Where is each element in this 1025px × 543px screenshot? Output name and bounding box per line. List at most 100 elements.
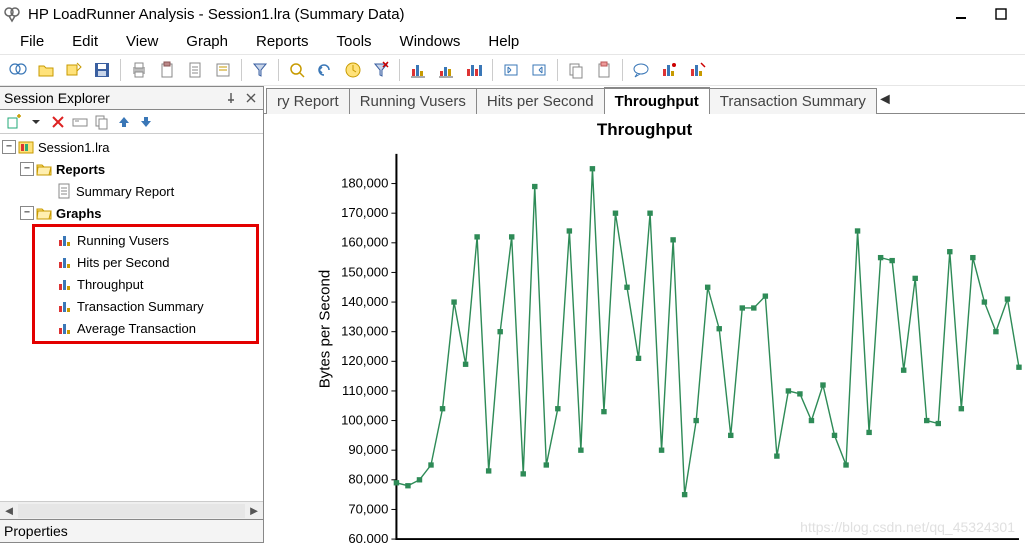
separator [278, 59, 279, 81]
scroll-right-icon[interactable]: ► [245, 502, 263, 520]
zoom-icon[interactable] [284, 57, 310, 83]
time-icon[interactable] [340, 57, 366, 83]
copy-icon[interactable] [563, 57, 589, 83]
tree-graph-item[interactable]: Running Vusers [35, 229, 256, 251]
svg-text:170,000: 170,000 [341, 205, 388, 220]
svg-text:160,000: 160,000 [341, 235, 388, 250]
open-folder-icon[interactable] [33, 57, 59, 83]
menu-tools[interactable]: Tools [323, 30, 386, 53]
minimize-button[interactable] [941, 2, 981, 26]
svg-text:180,000: 180,000 [341, 176, 388, 191]
toolbar [0, 54, 1025, 86]
chart-ylabel: Bytes per Second [317, 269, 334, 387]
cross-results-icon[interactable] [61, 57, 87, 83]
separator [399, 59, 400, 81]
move-down-icon[interactable] [136, 112, 156, 132]
svg-text:150,000: 150,000 [341, 265, 388, 280]
session-tree[interactable]: − Session1.lra − Reports Summary Report [0, 134, 263, 501]
tree-summary-report[interactable]: Summary Report [2, 180, 263, 202]
rename-icon[interactable] [70, 112, 90, 132]
bar-chart-icon [57, 276, 73, 292]
main-area: ry Report Running Vusers Hits per Second… [264, 86, 1025, 543]
pin-icon[interactable] [223, 90, 239, 106]
tree-reports[interactable]: − Reports [2, 158, 263, 180]
paste-icon[interactable] [591, 57, 617, 83]
tree-graph-item[interactable]: Transaction Summary [35, 295, 256, 317]
delete-icon[interactable] [48, 112, 68, 132]
remove-filter-icon[interactable] [368, 57, 394, 83]
app-logo-icon [4, 5, 22, 23]
collapse-icon[interactable]: − [20, 206, 34, 220]
svg-text:90,000: 90,000 [348, 442, 388, 457]
chart-title: Throughput [264, 120, 1025, 140]
scroll-track[interactable] [18, 504, 245, 518]
tree-graph-item[interactable]: Average Transaction [35, 317, 256, 339]
properties-header[interactable]: Properties [0, 519, 263, 543]
nav-last-icon[interactable] [526, 57, 552, 83]
menu-file[interactable]: File [6, 30, 58, 53]
menubar: File Edit View Graph Reports Tools Windo… [0, 28, 1025, 54]
bar-chart-icon [57, 298, 73, 314]
window-title: HP LoadRunner Analysis - Session1.lra (S… [28, 6, 941, 23]
svg-text:60,000: 60,000 [348, 531, 388, 543]
tab-hits-per-second[interactable]: Hits per Second [476, 88, 605, 114]
menu-view[interactable]: View [112, 30, 172, 53]
session-explorer-header: Session Explorer [0, 86, 263, 110]
tree-root-label: Session1.lra [38, 140, 110, 155]
menu-windows[interactable]: Windows [386, 30, 475, 53]
app-window: HP LoadRunner Analysis - Session1.lra (S… [0, 0, 1025, 543]
close-panel-icon[interactable] [243, 90, 259, 106]
tree-root[interactable]: − Session1.lra [2, 136, 263, 158]
graphs-highlight-box: Running Vusers Hits per Second Throughpu… [32, 224, 259, 344]
add-item-icon[interactable] [4, 112, 24, 132]
separator [241, 59, 242, 81]
menu-reports[interactable]: Reports [242, 30, 323, 53]
dropdown-icon[interactable] [26, 112, 46, 132]
report-icon[interactable] [210, 57, 236, 83]
chart-plot[interactable]: 60,00070,00080,00090,000100,000110,00012… [338, 150, 1023, 543]
properties-label: Properties [4, 523, 259, 539]
comment-icon[interactable] [628, 57, 654, 83]
report-page-icon [56, 183, 72, 199]
menu-help[interactable]: Help [474, 30, 533, 53]
tab-running-vusers[interactable]: Running Vusers [349, 88, 477, 114]
analysis-icon[interactable] [684, 57, 710, 83]
svg-text:70,000: 70,000 [348, 502, 388, 517]
session-explorer-panel: Session Explorer − Session1.lra [0, 86, 264, 543]
clipboard-icon[interactable] [154, 57, 180, 83]
collapse-icon[interactable]: − [20, 162, 34, 176]
nav-first-icon[interactable] [498, 57, 524, 83]
tree-graph-item[interactable]: Hits per Second [35, 251, 256, 273]
filter-icon[interactable] [247, 57, 273, 83]
graph-label: Average Transaction [77, 321, 196, 336]
save-icon[interactable] [89, 57, 115, 83]
duplicate-icon[interactable] [92, 112, 112, 132]
chart2-icon[interactable] [433, 57, 459, 83]
tab-throughput[interactable]: Throughput [604, 87, 710, 114]
tab-transaction-summary[interactable]: Transaction Summary [709, 88, 877, 114]
tree-graphs[interactable]: − Graphs [2, 202, 263, 224]
chart1-icon[interactable] [405, 57, 431, 83]
menu-edit[interactable]: Edit [58, 30, 112, 53]
reports-label: Reports [56, 162, 105, 177]
tab-scroll-left-icon[interactable]: ◄ [876, 91, 894, 109]
tabstrip: ry Report Running Vusers Hits per Second… [264, 86, 1025, 114]
data-chart-icon[interactable] [656, 57, 682, 83]
new-session-icon[interactable] [5, 57, 31, 83]
tree-scrollbar[interactable]: ◄ ► [0, 501, 263, 519]
session-explorer-label: Session Explorer [4, 90, 219, 106]
maximize-button[interactable] [981, 2, 1021, 26]
tree-graph-item[interactable]: Throughput [35, 273, 256, 295]
page-icon[interactable] [182, 57, 208, 83]
undo-icon[interactable] [312, 57, 338, 83]
move-up-icon[interactable] [114, 112, 134, 132]
tab-summary-report[interactable]: ry Report [266, 88, 350, 114]
menu-graph[interactable]: Graph [172, 30, 242, 53]
scroll-left-icon[interactable]: ◄ [0, 502, 18, 520]
collapse-icon[interactable]: − [2, 140, 16, 154]
merge-chart-icon[interactable] [461, 57, 487, 83]
print-icon[interactable] [126, 57, 152, 83]
watermark: https://blog.csdn.net/qq_45324301 [800, 519, 1015, 535]
folder-open-icon [36, 205, 52, 221]
svg-text:120,000: 120,000 [341, 353, 388, 368]
